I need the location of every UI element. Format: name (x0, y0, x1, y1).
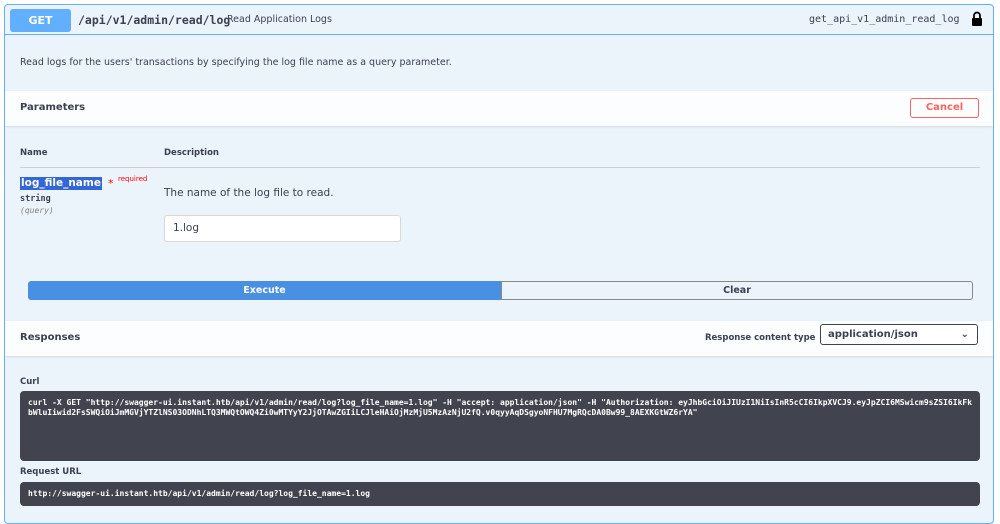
column-header-name: Name (20, 148, 48, 158)
clear-button[interactable]: Clear (501, 281, 973, 300)
operation-block: GET /api/v1/admin/read/log Read Applicat… (4, 4, 994, 524)
operation-description: Read logs for the users' transactions by… (20, 57, 452, 68)
chevron-down-icon: ⌄ (960, 329, 969, 340)
method-badge: GET (10, 9, 71, 32)
responses-header: Responses Response content type applicat… (5, 321, 993, 356)
request-url-label: Request URL (20, 467, 82, 477)
operation-summary[interactable]: GET /api/v1/admin/read/log Read Applicat… (5, 5, 993, 35)
responses-title: Responses (20, 332, 81, 343)
operation-id: get_api_v1_admin_read_log (809, 14, 960, 25)
lock-icon[interactable] (971, 11, 983, 27)
response-content-type-select[interactable]: application/json ⌄ (820, 324, 978, 345)
column-header-description: Description (164, 148, 219, 158)
cancel-button[interactable]: Cancel (910, 98, 979, 118)
response-content-type-value: application/json (828, 329, 918, 340)
required-star: * (108, 177, 114, 190)
parameters-header: Parameters Cancel (5, 91, 993, 126)
table-header-divider (20, 167, 980, 168)
operation-summary-text: Read Application Logs (227, 14, 332, 25)
curl-command[interactable]: curl -X GET "http://swagger-ui.instant.h… (20, 391, 980, 461)
curl-label: Curl (20, 377, 40, 387)
param-description: The name of the log file to read. (164, 187, 334, 199)
request-url[interactable]: http://swagger-ui.instant.htb/api/v1/adm… (20, 482, 980, 506)
parameters-title: Parameters (20, 102, 86, 113)
operation-path: /api/v1/admin/read/log (78, 13, 231, 27)
param-location: (query) (20, 206, 54, 215)
execute-button[interactable]: Execute (28, 281, 501, 300)
param-type: string (20, 194, 51, 204)
log-file-name-input[interactable]: 1.log (164, 215, 401, 242)
param-name: log_file_name (20, 177, 102, 190)
response-content-type-label: Response content type (705, 333, 816, 343)
required-label: required (118, 175, 148, 183)
